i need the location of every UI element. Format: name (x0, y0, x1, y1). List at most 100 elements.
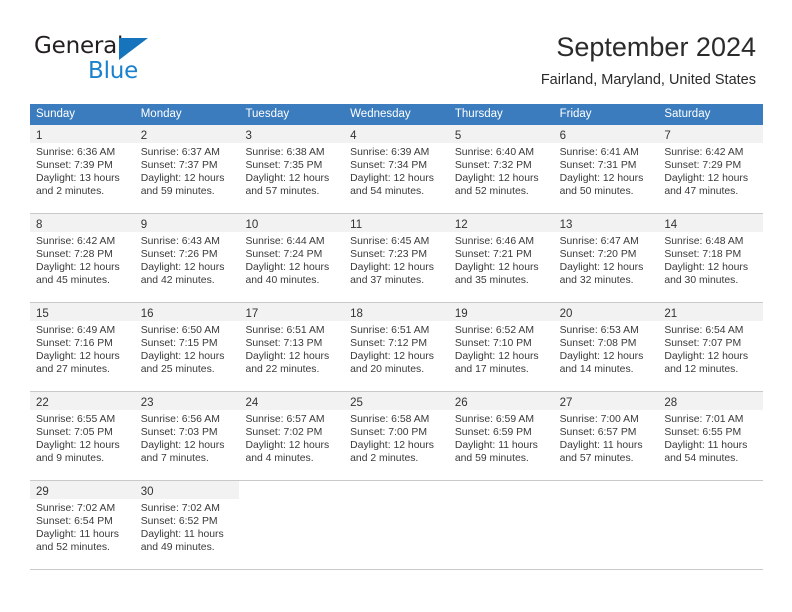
page-title: September 2024 (556, 32, 756, 62)
day-number: 24 (245, 397, 259, 409)
day-cell[interactable]: 7 Sunrise: 6:42 AM Sunset: 7:29 PM Dayli… (658, 125, 764, 213)
day-details: Sunrise: 7:02 AM Sunset: 6:54 PM Dayligh… (30, 499, 135, 555)
day-number: 28 (664, 397, 678, 409)
daylight-text-line1: Daylight: 12 hours (559, 172, 644, 184)
daylight-text-line2: and 47 minutes. (664, 185, 739, 197)
daylight-text-line1: Daylight: 12 hours (664, 350, 749, 362)
day-number: 3 (245, 130, 252, 142)
day-cell[interactable]: 10 Sunrise: 6:44 AM Sunset: 7:24 PM Dayl… (239, 214, 345, 302)
week-row: 8 Sunrise: 6:42 AM Sunset: 7:28 PM Dayli… (30, 214, 764, 303)
day-cell[interactable]: 28 Sunrise: 7:01 AM Sunset: 6:55 PM Dayl… (658, 392, 764, 480)
day-number-band: 19 (448, 303, 554, 321)
sunrise-text: Sunrise: 6:51 AM (245, 325, 325, 336)
day-number-band: 20 (553, 303, 659, 321)
day-cell[interactable]: 5 Sunrise: 6:40 AM Sunset: 7:32 PM Dayli… (448, 125, 554, 213)
sunset-text: Sunset: 7:32 PM (454, 159, 532, 171)
day-number: 14 (664, 219, 678, 231)
day-details: Sunrise: 6:58 AM Sunset: 7:00 PM Dayligh… (344, 410, 449, 466)
generalblue-logo: General Blue (34, 33, 234, 85)
day-number-band: 11 (344, 214, 449, 232)
day-number-band: 14 (658, 214, 764, 232)
day-number-band: 26 (448, 392, 554, 410)
logo-text-general: General (34, 33, 124, 59)
sunset-text: Sunset: 7:35 PM (245, 159, 323, 171)
day-cell[interactable]: 14 Sunrise: 6:48 AM Sunset: 7:18 PM Dayl… (658, 214, 764, 302)
day-cell[interactable]: 2 Sunrise: 6:37 AM Sunset: 7:37 PM Dayli… (134, 125, 240, 213)
day-cell[interactable]: 22 Sunrise: 6:55 AM Sunset: 7:05 PM Dayl… (30, 392, 135, 480)
day-cell[interactable]: 9 Sunrise: 6:43 AM Sunset: 7:26 PM Dayli… (134, 214, 240, 302)
sunrise-text: Sunrise: 6:42 AM (664, 147, 744, 158)
day-number: 10 (245, 219, 259, 231)
day-cell[interactable]: 15 Sunrise: 6:49 AM Sunset: 7:16 PM Dayl… (30, 303, 135, 391)
day-number-band: 9 (134, 214, 240, 232)
sunset-text: Sunset: 7:02 PM (245, 426, 323, 438)
day-cell[interactable]: 20 Sunrise: 6:53 AM Sunset: 7:08 PM Dayl… (553, 303, 659, 391)
daylight-text-line1: Daylight: 11 hours (664, 439, 748, 451)
day-number-band: 15 (30, 303, 135, 321)
day-cell[interactable]: 18 Sunrise: 6:51 AM Sunset: 7:12 PM Dayl… (344, 303, 449, 391)
day-cell[interactable]: 29 Sunrise: 7:02 AM Sunset: 6:54 PM Dayl… (30, 481, 135, 569)
sunset-text: Sunset: 7:05 PM (36, 426, 113, 438)
day-cell[interactable]: 4 Sunrise: 6:39 AM Sunset: 7:34 PM Dayli… (344, 125, 449, 213)
daylight-text-line1: Daylight: 12 hours (454, 172, 539, 184)
logo-triangle-icon (119, 38, 148, 60)
daylight-text-line1: Daylight: 12 hours (36, 261, 120, 273)
day-cell[interactable]: 30 Sunrise: 7:02 AM Sunset: 6:52 PM Dayl… (134, 481, 240, 569)
sunrise-text: Sunrise: 6:52 AM (454, 325, 535, 336)
sunrise-text: Sunrise: 6:40 AM (454, 147, 535, 158)
day-number: 22 (36, 397, 49, 409)
daylight-text-line2: and 50 minutes. (559, 185, 634, 197)
day-number: 21 (664, 308, 678, 320)
day-cell[interactable]: 16 Sunrise: 6:50 AM Sunset: 7:15 PM Dayl… (134, 303, 240, 391)
day-cell[interactable]: 17 Sunrise: 6:51 AM Sunset: 7:13 PM Dayl… (239, 303, 345, 391)
daylight-text-line2: and 9 minutes. (36, 452, 105, 464)
sunset-text: Sunset: 7:29 PM (664, 159, 742, 171)
sunrise-text: Sunrise: 6:39 AM (350, 147, 430, 158)
day-cell[interactable]: 23 Sunrise: 6:56 AM Sunset: 7:03 PM Dayl… (134, 392, 240, 480)
day-details: Sunrise: 6:57 AM Sunset: 7:02 PM Dayligh… (239, 410, 344, 466)
day-cell[interactable]: 6 Sunrise: 6:41 AM Sunset: 7:31 PM Dayli… (553, 125, 659, 213)
sunset-text: Sunset: 7:23 PM (350, 248, 427, 260)
daylight-text-line2: and 37 minutes. (350, 274, 425, 286)
sunset-text: Sunset: 6:55 PM (664, 426, 742, 438)
day-cell[interactable]: 1 Sunrise: 6:36 AM Sunset: 7:39 PM Dayli… (30, 125, 135, 213)
day-number: 12 (454, 219, 468, 231)
sunset-text: Sunset: 6:52 PM (140, 515, 218, 527)
day-cell[interactable]: 26 Sunrise: 6:59 AM Sunset: 6:59 PM Dayl… (448, 392, 554, 480)
daylight-text-line2: and 12 minutes. (664, 363, 739, 375)
day-cell[interactable]: 12 Sunrise: 6:46 AM Sunset: 7:21 PM Dayl… (448, 214, 554, 302)
day-cell[interactable]: 13 Sunrise: 6:47 AM Sunset: 7:20 PM Dayl… (553, 214, 659, 302)
weekday-header-sunday: Sunday (36, 108, 76, 120)
daylight-text-line1: Daylight: 12 hours (140, 439, 225, 451)
day-details: Sunrise: 6:50 AM Sunset: 7:15 PM Dayligh… (135, 321, 240, 377)
day-number-band: 17 (239, 303, 345, 321)
day-cell[interactable]: 3 Sunrise: 6:38 AM Sunset: 7:35 PM Dayli… (239, 125, 345, 213)
daylight-text-line1: Daylight: 12 hours (245, 261, 330, 273)
daylight-text-line2: and 35 minutes. (454, 274, 529, 286)
sunrise-text: Sunrise: 6:55 AM (36, 414, 116, 425)
day-details: Sunrise: 6:41 AM Sunset: 7:31 PM Dayligh… (554, 143, 659, 199)
day-cell[interactable]: 21 Sunrise: 6:54 AM Sunset: 7:07 PM Dayl… (658, 303, 764, 391)
day-number-band: 27 (553, 392, 659, 410)
day-cell[interactable]: 19 Sunrise: 6:52 AM Sunset: 7:10 PM Dayl… (448, 303, 554, 391)
daylight-text-line2: and 20 minutes. (350, 363, 425, 375)
day-cell[interactable]: 27 Sunrise: 7:00 AM Sunset: 6:57 PM Dayl… (553, 392, 659, 480)
day-cell[interactable]: 11 Sunrise: 6:45 AM Sunset: 7:23 PM Dayl… (344, 214, 449, 302)
daylight-text-line1: Daylight: 12 hours (664, 172, 749, 184)
sunrise-text: Sunrise: 7:02 AM (36, 503, 116, 514)
sunset-text: Sunset: 7:12 PM (350, 337, 427, 349)
sunset-text: Sunset: 7:21 PM (454, 248, 532, 260)
sunrise-text: Sunrise: 6:37 AM (140, 147, 220, 158)
sunset-text: Sunset: 6:57 PM (559, 426, 637, 438)
day-number-band: 6 (553, 125, 659, 143)
day-details: Sunrise: 6:47 AM Sunset: 7:20 PM Dayligh… (554, 232, 659, 288)
daylight-text-line2: and 57 minutes. (559, 452, 634, 464)
sunset-text: Sunset: 7:07 PM (664, 337, 742, 349)
day-cell[interactable]: 8 Sunrise: 6:42 AM Sunset: 7:28 PM Dayli… (30, 214, 135, 302)
day-number: 30 (140, 486, 154, 498)
day-cell[interactable]: 25 Sunrise: 6:58 AM Sunset: 7:00 PM Dayl… (344, 392, 449, 480)
sunset-text: Sunset: 7:39 PM (36, 159, 113, 171)
sunrise-text: Sunrise: 6:56 AM (140, 414, 220, 425)
day-number: 23 (140, 397, 154, 409)
day-cell[interactable]: 24 Sunrise: 6:57 AM Sunset: 7:02 PM Dayl… (239, 392, 345, 480)
